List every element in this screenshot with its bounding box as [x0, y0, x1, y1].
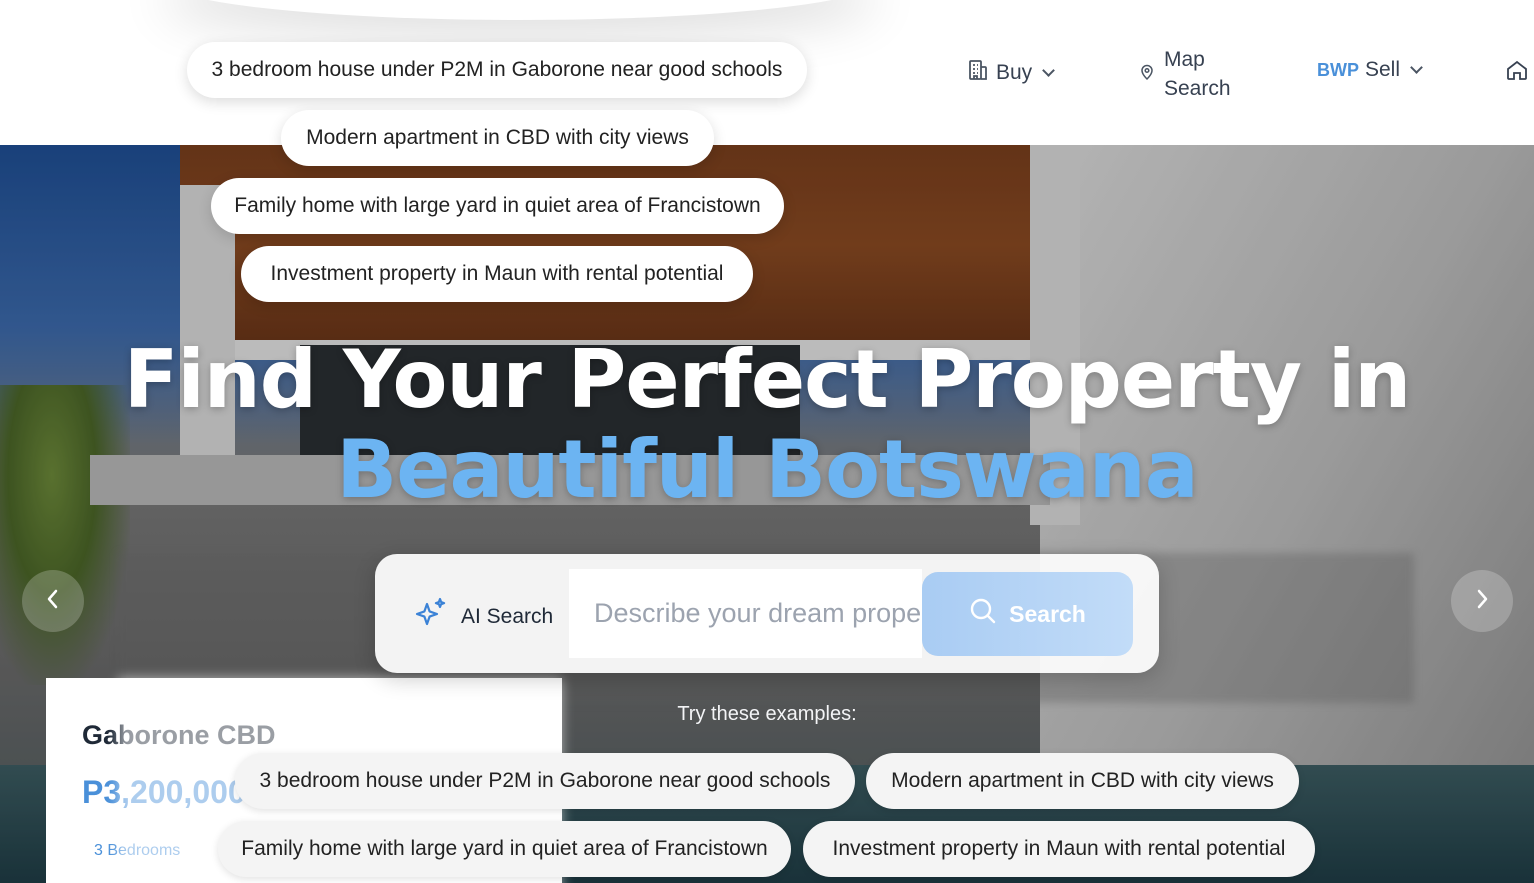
example-chip[interactable]: Investment property in Maun with rental … [803, 821, 1315, 877]
currency-badge: BWP [1317, 59, 1359, 80]
suggestion-chip[interactable]: Investment property in Maun with rental … [241, 246, 753, 302]
nav-map-search[interactable]: Map Search [1140, 45, 1244, 103]
ai-search-toggle[interactable]: AI Search [413, 596, 553, 638]
nav-buy-label: Buy [996, 61, 1033, 84]
chevron-left-icon [45, 588, 61, 615]
home-icon [1505, 58, 1529, 88]
suggestion-chip[interactable]: Family home with large yard in quiet are… [211, 178, 784, 234]
suggestion-chip[interactable]: Modern apartment in CBD with city views [281, 110, 714, 166]
hero-heading: Find Your Perfect Property in Beautiful … [0, 335, 1534, 515]
search-icon [969, 597, 997, 631]
header-shadow-decoration [160, 0, 880, 20]
building-icon [966, 58, 990, 88]
example-chip[interactable]: Family home with large yard in quiet are… [218, 821, 791, 877]
chevron-down-icon [1042, 64, 1056, 77]
search-input[interactable] [569, 569, 922, 658]
example-chip[interactable]: Modern apartment in CBD with city views [866, 753, 1299, 809]
chevron-right-icon [1474, 588, 1490, 615]
map-pin-icon [1140, 62, 1154, 86]
search-button-label: Search [1009, 600, 1086, 627]
chevron-down-icon [1410, 61, 1423, 74]
nav-home-link[interactable] [1505, 58, 1529, 88]
hero-heading-line1: Find Your Perfect Property in [123, 333, 1412, 426]
suggestion-chip[interactable]: 3 bedroom house under P2M in Gaborone ne… [187, 42, 807, 98]
nav-map-label: Map Search [1164, 48, 1231, 100]
carousel-prev-button[interactable] [22, 570, 84, 632]
nav-sell-label: Sell [1365, 58, 1401, 81]
examples-label: Try these examples: [677, 703, 857, 725]
nav-buy-dropdown[interactable]: Buy [966, 58, 1056, 88]
nav-sell-dropdown[interactable]: BWP Sell [1317, 58, 1423, 82]
sparkles-icon [413, 596, 449, 638]
hero-heading-line2: Beautiful Botswana [336, 423, 1199, 516]
example-chip[interactable]: 3 bedroom house under P2M in Gaborone ne… [235, 753, 855, 809]
search-button[interactable]: Search [922, 572, 1133, 656]
ai-search-box: AI Search Search [375, 554, 1159, 673]
ai-search-label: AI Search [461, 605, 554, 628]
carousel-next-button[interactable] [1451, 570, 1513, 632]
